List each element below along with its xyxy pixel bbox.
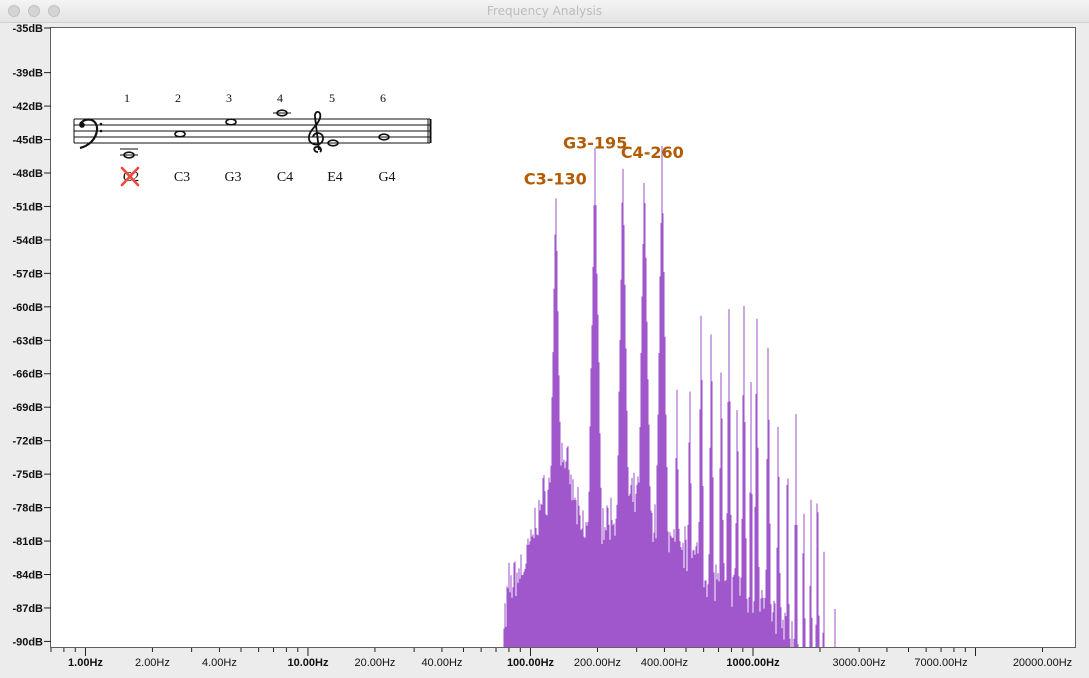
x-tick-label: 100.00Hz	[507, 657, 555, 669]
note-name-g4: G4	[378, 170, 395, 185]
x-tick-label: 7000.00Hz	[914, 657, 967, 669]
y-tick-label: -78dB	[12, 503, 43, 515]
y-tick-label: -35dB	[12, 23, 43, 35]
y-tick-label: -84dB	[12, 570, 43, 582]
y-tick-label: -54dB	[12, 235, 43, 247]
y-tick-label: -57dB	[12, 268, 43, 280]
x-tick-label: 20.00Hz	[354, 657, 395, 669]
y-tick-label: -69dB	[12, 402, 43, 414]
peak-annotation: G3-195	[563, 133, 627, 152]
y-tick-label: -60dB	[12, 302, 43, 314]
y-tick-label: -66dB	[12, 369, 43, 381]
y-tick-label: -51dB	[12, 201, 43, 213]
y-tick-label: -87dB	[12, 603, 43, 615]
x-tick-label: 20000.00Hz	[1013, 657, 1072, 669]
y-tick-label: -72dB	[12, 436, 43, 448]
peak-annotation: C3-130	[524, 170, 587, 189]
y-tick-label: -90dB	[12, 636, 43, 648]
frequency-chart: -35dB -39dB -42dB -45dB -48dB -51dB -54dB -57dB…	[12, 23, 1076, 669]
note-number-4: 4	[277, 91, 283, 105]
note-name-e4: E4	[327, 170, 343, 185]
note-name-g3: G3	[224, 170, 241, 185]
y-tick-label: -81dB	[12, 536, 43, 548]
note-number-5: 5	[329, 91, 335, 105]
y-tick-label: -39dB	[12, 68, 43, 80]
x-tick-label: 40.00Hz	[421, 657, 462, 669]
note-number-1: 1	[124, 91, 130, 105]
x-tick-label: 200.00Hz	[574, 657, 621, 669]
note-name-c3: C3	[174, 170, 190, 185]
note-number-2: 2	[175, 91, 181, 105]
x-tick-label: 10.00Hz	[287, 657, 328, 669]
peak-annotation: C4-260	[621, 143, 684, 162]
note-name-c4: C4	[277, 170, 293, 185]
x-tick-label: 3000.00Hz	[833, 657, 886, 669]
note-number-6: 6	[380, 91, 386, 105]
y-tick-label: -45dB	[12, 135, 43, 147]
x-tick-label: 400.00Hz	[641, 657, 688, 669]
x-tick-label: 1.00Hz	[68, 657, 103, 669]
note-number-3: 3	[226, 91, 232, 105]
y-tick-label: -42dB	[12, 101, 43, 113]
x-tick-label: 1000.00Hz	[726, 657, 780, 669]
y-axis: -35dB -39dB -42dB -45dB -48dB -51dB -54dB -57dB…	[12, 23, 51, 648]
x-tick-label: 4.00Hz	[202, 657, 237, 669]
y-tick-label: -75dB	[12, 469, 43, 481]
y-tick-label: -63dB	[12, 335, 43, 347]
x-tick-label: 2.00Hz	[135, 657, 170, 669]
y-tick-label: -48dB	[12, 168, 43, 180]
x-axis: 1.00Hz 2.00Hz 4.00Hz 10.00Hz 20.00Hz 40.00Hz 1…	[50, 648, 1072, 669]
